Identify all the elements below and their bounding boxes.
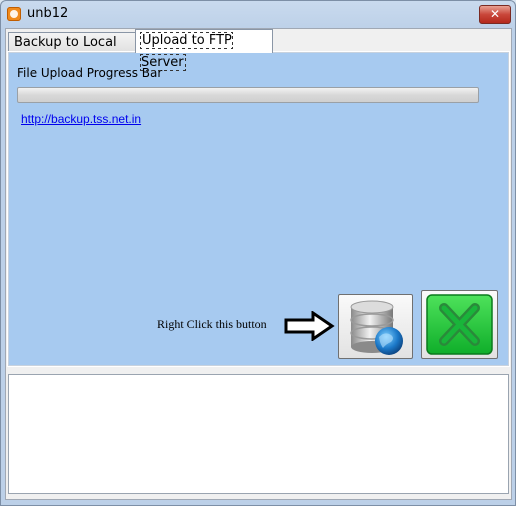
app-icon	[7, 7, 21, 21]
upload-progress-bar	[17, 87, 479, 103]
close-button[interactable]: ✕	[479, 5, 511, 24]
log-output-box[interactable]	[8, 374, 509, 494]
client-area: Backup to Local Disk Upload to FTP Serve…	[5, 28, 512, 500]
ftp-upload-panel: File Upload Progress Bar http://backup.t…	[7, 51, 510, 367]
database-globe-icon	[350, 300, 403, 355]
arrow-right-icon	[284, 311, 335, 341]
hint-text: Right Click this button	[157, 317, 267, 331]
exit-x-icon	[426, 294, 493, 355]
exit-button[interactable]	[421, 290, 498, 359]
app-window: unb12 ✕ Backup to Local Disk Upload to F…	[0, 0, 516, 506]
ftp-upload-button[interactable]	[338, 294, 413, 359]
website-link[interactable]: http://backup.tss.net.in	[21, 112, 141, 126]
tab-upload-ftp-server[interactable]: Upload to FTP Server	[135, 29, 273, 71]
title-bar[interactable]: unb12 ✕	[1, 1, 515, 29]
window-title: unb12	[27, 6, 69, 21]
tab-backup-local-disk[interactable]: Backup to Local Disk	[8, 32, 141, 70]
